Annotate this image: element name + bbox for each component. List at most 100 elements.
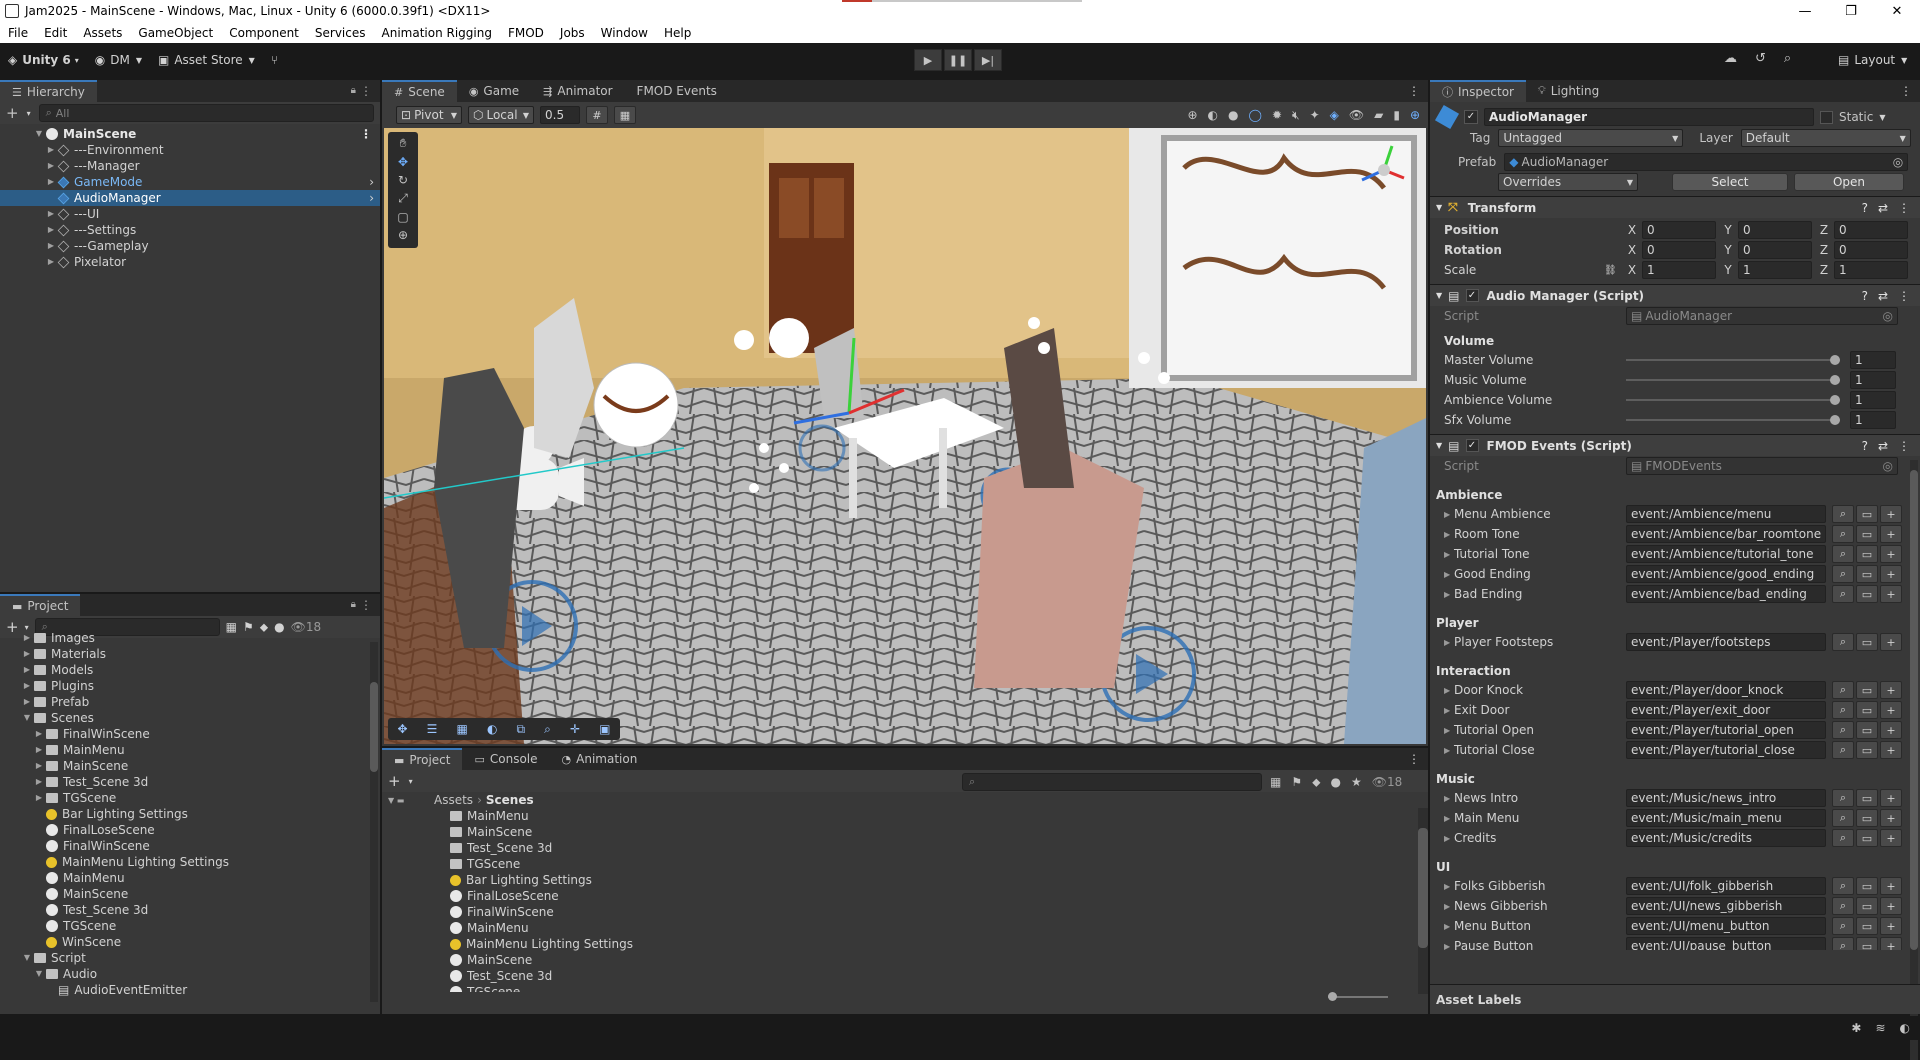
progress-icon[interactable]: ◐ [1900, 1021, 1910, 1035]
rotation-z-field[interactable]: 0 [1834, 241, 1908, 259]
event-browse-icon[interactable]: ▭ [1856, 545, 1878, 563]
event-browse-icon[interactable]: ▭ [1856, 789, 1878, 807]
volume-value-field[interactable]: 1 [1850, 351, 1896, 369]
expand-arrow-icon[interactable]: ▶ [22, 662, 32, 678]
hidden-count-icon[interactable]: 👁︎18 [291, 620, 322, 634]
tab-inspector[interactable]: ⓘ Inspector [1430, 80, 1526, 102]
tag-dropdown[interactable]: Untagged ▼ [1498, 129, 1684, 147]
project-tree-item[interactable]: ▤ AudioEventEmitter [0, 982, 380, 998]
event-add-icon[interactable]: + [1880, 917, 1902, 935]
open-prefab-icon[interactable]: › [369, 190, 374, 206]
inspector-scrollbar[interactable] [1910, 460, 1918, 1060]
foldout-arrow-icon[interactable]: ▶ [1444, 882, 1454, 891]
expand-arrow-icon[interactable]: ▼ [22, 710, 32, 726]
zoom-slider[interactable] [1328, 992, 1388, 1001]
transform-header[interactable]: ▼ ⤧ Transform ? ⇄ ⋮ [1430, 196, 1920, 218]
project-asset-item[interactable]: Test_Scene 3d [442, 840, 1402, 856]
event-browse-icon[interactable]: ▭ [1856, 877, 1878, 895]
volume-value-field[interactable]: 1 [1850, 411, 1896, 429]
grid-overlay-icon[interactable]: ▦ [457, 722, 468, 736]
event-browse-icon[interactable]: ▭ [1856, 681, 1878, 699]
event-search-icon[interactable]: ⌕ [1832, 721, 1854, 739]
project-asset-item[interactable]: TGScene [442, 856, 1402, 872]
fmod-event-path-field[interactable]: event:/Music/credits [1626, 829, 1826, 847]
project-asset-item[interactable]: FinalLoseScene [442, 888, 1402, 904]
scale-y-field[interactable]: 1 [1738, 261, 1812, 279]
event-add-icon[interactable]: + [1880, 701, 1902, 719]
hierarchy-item[interactable]: ▶ GameMode › [0, 174, 380, 190]
project-tree-item[interactable]: FinalWinScene [0, 838, 380, 854]
account-dropdown[interactable]: ◉ DM ▼ [87, 49, 150, 71]
debug-icon[interactable]: ✱ [1851, 1021, 1861, 1035]
panel-menu-icon[interactable]: ⋮ [1900, 84, 1912, 98]
event-search-icon[interactable]: ⌕ [1832, 681, 1854, 699]
maximize-button[interactable]: ❐ [1828, 4, 1874, 19]
event-browse-icon[interactable]: ▭ [1856, 525, 1878, 543]
foldout-arrow-icon[interactable]: ▶ [1444, 510, 1454, 519]
hierarchy-item[interactable]: ▶ ---Environment [0, 142, 380, 158]
project-tree-item[interactable]: ▶ MainScene [0, 758, 380, 774]
rotation-x-field[interactable]: 0 [1642, 241, 1716, 259]
fmod-event-path-field[interactable]: event:/UI/pause_button [1626, 937, 1826, 950]
hierarchy-item[interactable]: ▶ ---Gameplay [0, 238, 380, 254]
menu-item-jobs[interactable]: Jobs [552, 26, 593, 40]
add-icon[interactable]: + [388, 772, 401, 790]
event-add-icon[interactable]: + [1880, 525, 1902, 543]
layout-dropdown[interactable]: ▤ Layout ▼ [1830, 49, 1915, 71]
project-tree-item[interactable]: TGScene [0, 918, 380, 934]
tab-lighting[interactable]: 💡︎ Lighting [1525, 80, 1612, 102]
lock-icon[interactable]: 🔒︎ [351, 85, 356, 96]
event-add-icon[interactable]: + [1880, 585, 1902, 603]
project-tree-item[interactable]: ▶ Materials [0, 646, 380, 662]
align-icon[interactable]: ☰ [427, 722, 438, 736]
scene-camera-icon[interactable]: ▰ [1374, 108, 1383, 123]
component-menu-icon[interactable]: ⋮ [1898, 201, 1910, 215]
project-tree-item[interactable]: ▼ Audio [0, 966, 380, 982]
object-name-field[interactable]: AudioManager [1484, 108, 1814, 126]
tab-animator[interactable]: ⇶ Animator [531, 80, 625, 102]
breadcrumb-current[interactable]: Scenes [486, 793, 534, 807]
event-search-icon[interactable]: ⌕ [1832, 525, 1854, 543]
volume-value-field[interactable]: 1 [1850, 371, 1896, 389]
solid-sphere-icon[interactable]: ● [1228, 108, 1238, 123]
cache-icon[interactable]: ≋ [1875, 1021, 1885, 1035]
effects-icon[interactable]: ✦ [1310, 108, 1320, 123]
help-icon[interactable]: ? [1862, 289, 1868, 303]
expand-arrow-icon[interactable]: ▶ [46, 222, 56, 238]
event-search-icon[interactable]: ⌕ [1832, 829, 1854, 847]
menu-item-edit[interactable]: Edit [36, 26, 75, 40]
play-button[interactable]: ▶ [914, 49, 942, 71]
project-asset-item[interactable]: TGScene [442, 984, 1402, 992]
tab-fmod-events[interactable]: FMOD Events [624, 80, 729, 102]
event-add-icon[interactable]: + [1880, 789, 1902, 807]
expand-arrow-icon[interactable]: ▶ [22, 630, 32, 646]
fmod-event-path-field[interactable]: event:/UI/folk_gibberish [1626, 877, 1826, 895]
filter-type-icon[interactable]: ▦ [1270, 775, 1281, 790]
render-icon[interactable]: ▮ [1393, 108, 1400, 123]
select-button[interactable]: Select [1672, 173, 1788, 191]
event-search-icon[interactable]: ⌕ [1832, 809, 1854, 827]
transform-tool-icon[interactable]: ⊕ [398, 228, 408, 242]
project-tree-item[interactable]: Test_Scene 3d [0, 902, 380, 918]
overrides-dropdown[interactable]: Overrides ▼ [1498, 173, 1638, 191]
component-enabled-checkbox[interactable]: ✓ [1465, 439, 1479, 452]
audio-manager-header[interactable]: ▼ ▤ ✓ Audio Manager (Script) ? ⇄ ⋮ [1430, 284, 1920, 306]
menu-item-window[interactable]: Window [593, 26, 656, 40]
unity-account-button[interactable]: ◈ Unity 6 ▾ [0, 49, 87, 71]
tag-icon[interactable]: ⬥ [260, 620, 268, 635]
project-tree-item[interactable]: FinalLoseScene [0, 822, 380, 838]
component-menu-icon[interactable]: ⋮ [1898, 289, 1910, 303]
info-icon[interactable]: ● [274, 620, 284, 634]
expand-arrow-icon[interactable]: ▼ [22, 950, 32, 966]
event-search-icon[interactable]: ⌕ [1832, 565, 1854, 583]
event-browse-icon[interactable]: ▭ [1856, 829, 1878, 847]
preset-icon[interactable]: ⇄ [1878, 201, 1888, 215]
event-browse-icon[interactable]: ▭ [1856, 701, 1878, 719]
event-add-icon[interactable]: + [1880, 897, 1902, 915]
component-enabled-checkbox[interactable]: ✓ [1465, 289, 1479, 302]
help-icon[interactable]: ? [1862, 439, 1868, 453]
object-picker-icon[interactable]: ◎ [1893, 155, 1903, 169]
fmod-event-path-field[interactable]: event:/UI/menu_button [1626, 917, 1826, 935]
foldout-arrow-icon[interactable]: ▶ [1444, 834, 1454, 843]
fmod-event-path-field[interactable]: event:/Player/tutorial_open [1626, 721, 1826, 739]
